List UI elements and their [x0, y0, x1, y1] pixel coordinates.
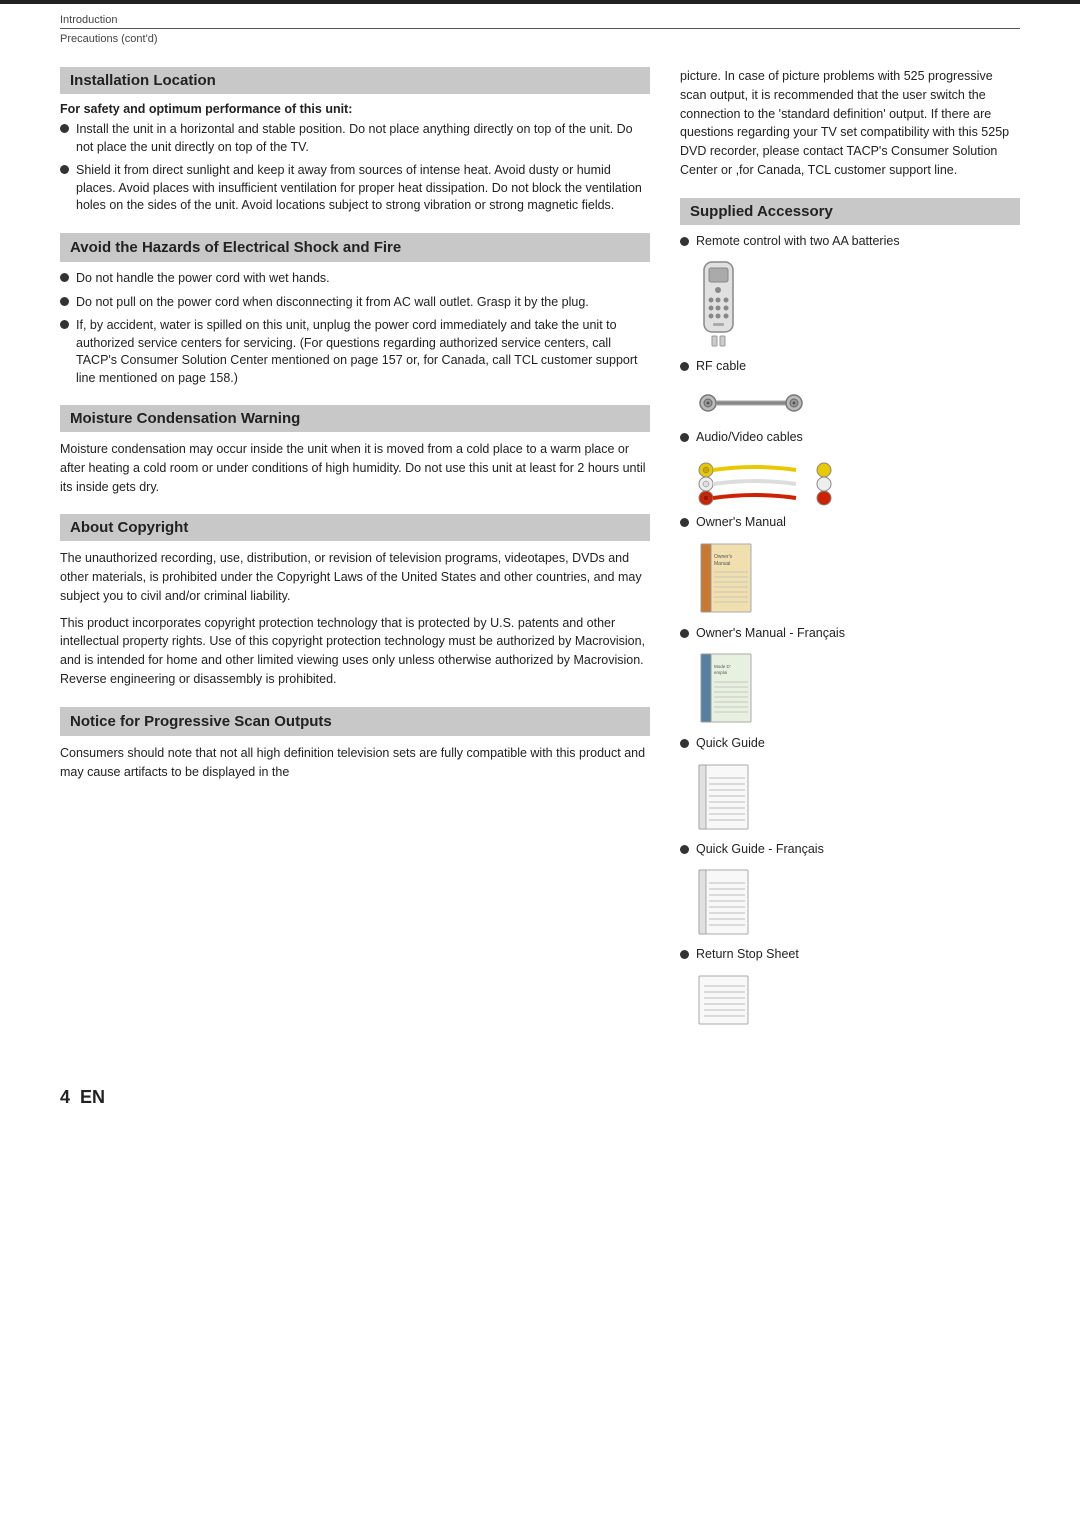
- moisture-text: Moisture condensation may occur inside t…: [60, 440, 650, 496]
- svg-text:Owner's: Owner's: [714, 554, 733, 560]
- accessory-quick-guide-label: Quick Guide: [696, 735, 1020, 753]
- quick-guide-fr-image-wrapper: [696, 868, 1020, 938]
- accessory-return-sheet: Return Stop Sheet: [680, 946, 1020, 964]
- bullet-icon-h2: [60, 297, 69, 306]
- bullet-icon-quick-guide: [680, 739, 689, 748]
- quick-guide-image-wrapper: [696, 763, 1020, 833]
- rf-cable-image-wrapper: [696, 386, 1020, 421]
- installation-bullets: Install the unit in a horizontal and sta…: [60, 121, 650, 215]
- copyright-text-1: The unauthorized recording, use, distrib…: [60, 549, 650, 605]
- bullet-icon-remote: [680, 237, 689, 246]
- svg-text:Manual: Manual: [714, 561, 730, 567]
- accessory-manual: Owner's Manual: [680, 514, 1020, 532]
- accessory-rf-label: RF cable: [696, 358, 1020, 376]
- bullet-icon-manual: [680, 518, 689, 527]
- accessory-rf: RF cable: [680, 358, 1020, 376]
- manual-fr-icon: Mode D' emploi: [696, 652, 756, 727]
- bullet-icon-h1: [60, 273, 69, 282]
- accessory-quick-guide: Quick Guide: [680, 735, 1020, 753]
- progressive-scan-header: Notice for Progressive Scan Outputs: [60, 707, 650, 737]
- bullet-icon-2: [60, 165, 69, 174]
- header-intro: Introduction: [60, 14, 1020, 26]
- manual-fr-image-wrapper: Mode D' emploi: [696, 652, 1020, 727]
- right-column: picture. In case of picture problems wit…: [680, 67, 1020, 1037]
- hazards-bullet-1-text: Do not handle the power cord with wet ha…: [76, 270, 330, 288]
- svg-text:Mode D': Mode D': [714, 664, 731, 669]
- hazards-bullets: Do not handle the power cord with wet ha…: [60, 270, 650, 387]
- installation-bullet-1: Install the unit in a horizontal and sta…: [60, 121, 650, 156]
- accessory-remote-label: Remote control with two AA batteries: [696, 233, 1020, 251]
- bullet-icon-h3: [60, 320, 69, 329]
- svg-text:emploi: emploi: [714, 670, 727, 675]
- hazards-bullet-3-text: If, by accident, water is spilled on thi…: [76, 317, 650, 387]
- header-precautions: Precautions (cont'd): [60, 31, 1020, 45]
- av-cables-icon: [696, 456, 836, 506]
- return-sheet-icon: [696, 974, 751, 1029]
- manual-icon: Owner's Manual: [696, 542, 756, 617]
- accessory-manual-label: Owner's Manual: [696, 514, 1020, 532]
- installation-bullet-2: Shield it from direct sunlight and keep …: [60, 162, 650, 215]
- bullet-icon-1: [60, 124, 69, 133]
- accessory-manual-fr-label: Owner's Manual - Français: [696, 625, 1020, 643]
- copyright-header: About Copyright: [60, 514, 650, 541]
- installation-bullet-2-text: Shield it from direct sunlight and keep …: [76, 162, 650, 215]
- hazards-bullet-2-text: Do not pull on the power cord when disco…: [76, 294, 589, 312]
- page-lang: EN: [80, 1087, 105, 1108]
- page-wrapper: Introduction Precautions (cont'd) Instal…: [0, 0, 1080, 1528]
- accessory-remote: Remote control with two AA batteries: [680, 233, 1020, 251]
- copyright-text-2: This product incorporates copyright prot…: [60, 614, 650, 689]
- page-number: 4: [60, 1087, 70, 1108]
- installation-bold-label: For safety and optimum performance of th…: [60, 102, 650, 116]
- quick-guide-fr-icon: [696, 868, 751, 938]
- accessory-quick-guide-fr: Quick Guide - Français: [680, 841, 1020, 859]
- hazards-header: Avoid the Hazards of Electrical Shock an…: [60, 233, 650, 263]
- bullet-icon-quick-guide-fr: [680, 845, 689, 854]
- page-number-area: 4 EN: [0, 1067, 1080, 1118]
- manual-image-wrapper: Owner's Manual: [696, 542, 1020, 617]
- progressive-scan-text: Consumers should note that not all high …: [60, 744, 650, 782]
- remote-image-wrapper: [696, 260, 1020, 350]
- accessory-quick-guide-fr-label: Quick Guide - Français: [696, 841, 1020, 859]
- hazards-bullet-1: Do not handle the power cord with wet ha…: [60, 270, 650, 288]
- accessory-av: Audio/Video cables: [680, 429, 1020, 447]
- accessory-return-sheet-label: Return Stop Sheet: [696, 946, 1020, 964]
- installation-location-header: Installation Location: [60, 67, 650, 94]
- bullet-icon-manual-fr: [680, 629, 689, 638]
- return-sheet-image-wrapper: [696, 974, 1020, 1029]
- main-content: Installation Location For safety and opt…: [0, 49, 1080, 1067]
- av-cables-image-wrapper: [696, 456, 1020, 506]
- moisture-header: Moisture Condensation Warning: [60, 405, 650, 432]
- accessory-manual-fr: Owner's Manual - Français: [680, 625, 1020, 643]
- hazards-bullet-2: Do not pull on the power cord when disco…: [60, 294, 650, 312]
- installation-bullet-1-text: Install the unit in a horizontal and sta…: [76, 121, 650, 156]
- quick-guide-icon: [696, 763, 751, 833]
- supplied-accessory-header: Supplied Accessory: [680, 198, 1020, 225]
- bullet-icon-rf: [680, 362, 689, 371]
- remote-icon: [696, 260, 741, 350]
- header-area: Introduction Precautions (cont'd): [0, 4, 1080, 49]
- hazards-bullet-3: If, by accident, water is spilled on thi…: [60, 317, 650, 387]
- rf-cable-icon: [696, 386, 806, 421]
- header-divider: [60, 28, 1020, 29]
- bullet-icon-return-sheet: [680, 950, 689, 959]
- progressive-scan-cont: picture. In case of picture problems wit…: [680, 67, 1020, 180]
- bullet-icon-av: [680, 433, 689, 442]
- accessory-av-label: Audio/Video cables: [696, 429, 1020, 447]
- left-column: Installation Location For safety and opt…: [60, 67, 650, 1037]
